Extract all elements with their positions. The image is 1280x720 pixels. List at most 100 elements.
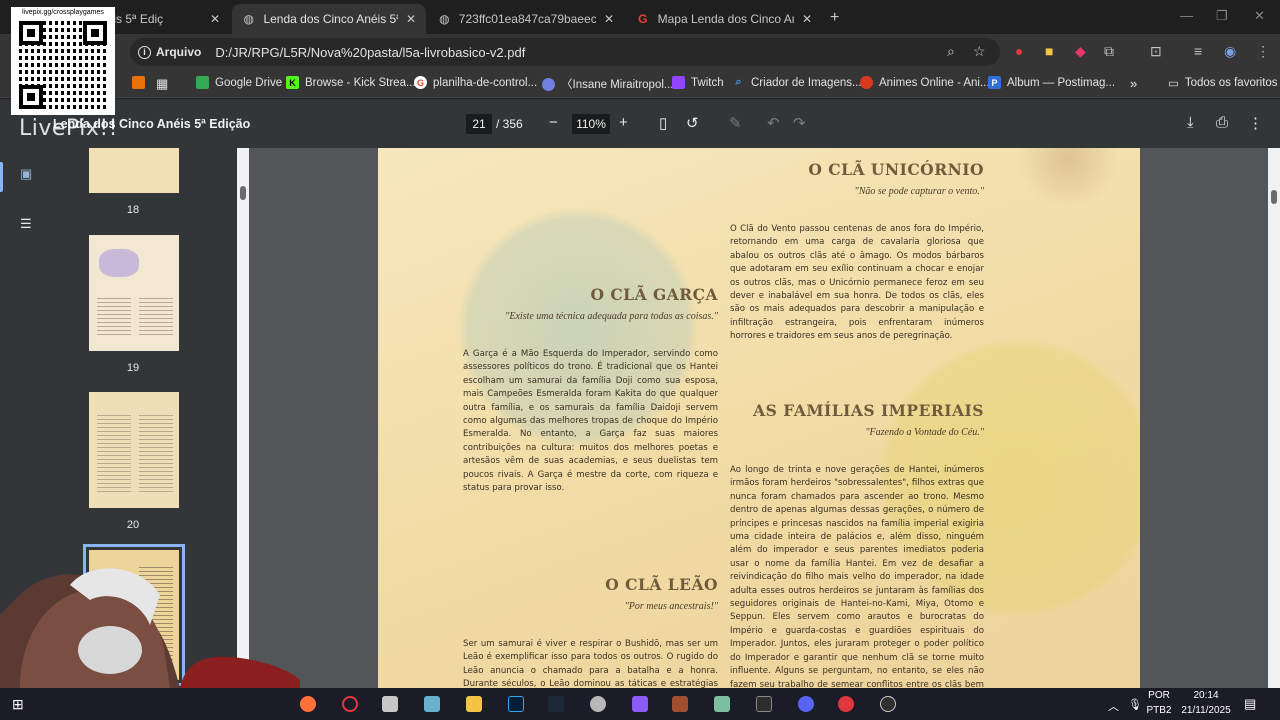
microphone-icon[interactable]: 🎙 (1128, 698, 1142, 711)
profile-avatar-icon[interactable]: ◉ (1224, 43, 1236, 60)
zoom-out-icon[interactable]: − (549, 114, 558, 131)
site-info-chip[interactable]: i Arquivo (138, 45, 201, 59)
close-icon[interactable]: ✕ (210, 12, 220, 26)
chevron-double-right-icon[interactable]: » (1130, 76, 1137, 91)
new-tab-icon[interactable]: + (830, 9, 839, 27)
app-icon[interactable] (632, 696, 648, 712)
page-number-input[interactable]: 21 (466, 114, 492, 134)
close-icon[interactable]: ✕ (604, 12, 614, 26)
extensions-icon[interactable]: ⧉ (1104, 43, 1114, 60)
language-bottom[interactable]: PTB2 (1142, 705, 1176, 716)
paragraph-leao: Ser um samurai é viver e respirar o Bush… (463, 639, 718, 688)
media-icon[interactable]: ≡ (1194, 43, 1202, 59)
thumbnails-icon[interactable]: ▣ (20, 166, 36, 181)
steam-icon[interactable] (548, 696, 564, 712)
annotate-icon[interactable]: ✎ (729, 114, 742, 132)
bookmark-twitch[interactable]: Twitch (672, 76, 724, 89)
address-bar[interactable]: i Arquivo D:/JR/RPG/L5R/Nova%20pasta/l5a… (130, 38, 1000, 66)
google-icon: G (414, 76, 427, 89)
notifications-icon[interactable]: ▤ (1244, 696, 1256, 712)
game-icon[interactable] (672, 696, 688, 712)
viewer-scrollbar[interactable] (1268, 148, 1280, 688)
thumbnail-page-19[interactable] (89, 235, 179, 351)
bookmark-insane[interactable]: 〈Insane Miraitropol... (542, 76, 674, 92)
bookmark-criador[interactable]: ⌕ Criador de Imagens... (732, 76, 861, 89)
thumbnail-page-18[interactable] (89, 148, 179, 193)
bookmark-app-orange[interactable] (132, 76, 151, 89)
thumbnail-number: 19 (126, 362, 140, 374)
maximize-icon[interactable]: ❐ (1216, 8, 1228, 24)
bookmark-star-icon[interactable]: ☆ (973, 43, 986, 60)
clock-time[interactable]: 20:14 (1176, 690, 1236, 701)
close-icon[interactable]: ✕ (406, 12, 416, 26)
print-icon[interactable]: ⎙ (1216, 114, 1228, 131)
tab-2[interactable]: ◍ Lenda dos Cinco Anéis 5ª Ediç ✕ (232, 4, 426, 34)
paint-icon[interactable] (424, 696, 440, 712)
bookmark-label: Twitch (691, 76, 724, 89)
xbox-icon[interactable] (382, 696, 398, 712)
undo-icon[interactable]: ↶ (767, 114, 780, 132)
url-text[interactable]: D:/JR/RPG/L5R/Nova%20pasta/l5a-livrobasi… (215, 45, 525, 60)
close-icon[interactable]: ✕ (802, 12, 812, 26)
menu-kebab-icon[interactable]: ⋮ (1256, 43, 1270, 60)
extension-tp-icon[interactable]: ◆ (1075, 43, 1086, 60)
scrollbar-thumb[interactable] (1271, 190, 1277, 204)
globe-icon: ◍ (243, 12, 254, 26)
bookmark-kick[interactable]: K Browse - Kick Strea... (286, 76, 416, 89)
drive-icon (196, 76, 209, 89)
zoom-level-input[interactable]: 110% (572, 114, 610, 134)
screenshot-icon[interactable]: ⊡ (1150, 43, 1162, 60)
outline-icon[interactable]: ☰ (20, 216, 36, 231)
discord-icon[interactable] (798, 696, 814, 712)
bookmark-label: planilha-de-control... (433, 76, 538, 89)
obs-icon[interactable] (880, 696, 896, 712)
active-marker (0, 162, 3, 192)
qr-finder (19, 21, 43, 45)
clock-date[interactable]: 21/11/2025 (1176, 705, 1236, 716)
more-options-icon[interactable]: ⋮ (1248, 114, 1263, 132)
quote-garca: "Existe uma técnica adequada para todas … (505, 311, 718, 322)
bookmark-google-drive[interactable]: Google Drive (196, 76, 282, 89)
blocked-app-icon[interactable] (342, 696, 358, 712)
qr-finder (19, 85, 43, 109)
bookmark-animes[interactable]: Animes Online - Ani... (860, 76, 990, 89)
app-icon (132, 76, 145, 89)
thumbnail-page-20[interactable] (89, 392, 179, 508)
tab-4[interactable]: G Mapa Lenda dos Cinco Aneis - ✕ (626, 4, 822, 34)
app-icon[interactable] (714, 696, 730, 712)
bookmark-postimage[interactable]: P Album — Postimag... (988, 76, 1115, 89)
quote-unicornio: "Não se pode capturar o vento." (854, 186, 985, 197)
language-top[interactable]: POR (1142, 690, 1176, 701)
rotate-icon[interactable]: ↺ (686, 114, 699, 132)
file-explorer-icon[interactable] (466, 696, 482, 712)
heading-unicornio: O CLÃ UNICÓRNIO (808, 160, 984, 179)
tab-3[interactable]: ◍ 723ffc01ea847ca79baeec5a351 ✕ (428, 4, 624, 34)
thumbnail-text-block (139, 412, 173, 492)
bookmark-planilha[interactable]: Gplanilha-de-control... (414, 76, 537, 89)
extension-folder-icon[interactable]: ■ (1045, 43, 1053, 59)
apps-grid[interactable]: ▦ (156, 76, 168, 92)
firefox-icon[interactable] (300, 696, 316, 712)
minimize-icon[interactable]: — (1180, 8, 1193, 23)
extension-red-icon[interactable]: ● (1015, 43, 1023, 59)
windows-start-icon[interactable]: ⊞ (12, 696, 28, 712)
site-label: Arquivo (156, 45, 202, 59)
scrollbar-thumb[interactable] (240, 186, 246, 200)
fit-page-icon[interactable]: ▯ (659, 114, 667, 132)
thumbnail-number: 18 (126, 204, 140, 216)
download-icon[interactable]: ⤓ (1187, 114, 1194, 131)
redo-icon[interactable]: ↷ (793, 114, 806, 132)
page-total: / 356 (496, 117, 523, 131)
bookmark-folder-all[interactable]: ▭ Todos os favoritos (1168, 76, 1278, 90)
app-icon[interactable] (590, 696, 606, 712)
close-window-icon[interactable]: ✕ (1254, 8, 1265, 24)
tab-title: Mapa Lenda dos Cinco Aneis - (657, 12, 794, 26)
zoom-icon[interactable]: ⌕ (947, 43, 955, 60)
tray-chevron-icon[interactable]: ︿ (1108, 698, 1119, 714)
calendar-icon[interactable] (756, 696, 772, 712)
app-red-icon[interactable] (838, 696, 854, 712)
paragraph-garca: A Garça é a Mão Esquerda do Imperador, s… (463, 349, 718, 494)
pdf-viewer[interactable]: O CLÃ UNICÓRNIO "Não se pode capturar o … (249, 148, 1268, 688)
zoom-in-icon[interactable]: + (619, 114, 628, 131)
photoshop-icon[interactable] (508, 696, 524, 712)
